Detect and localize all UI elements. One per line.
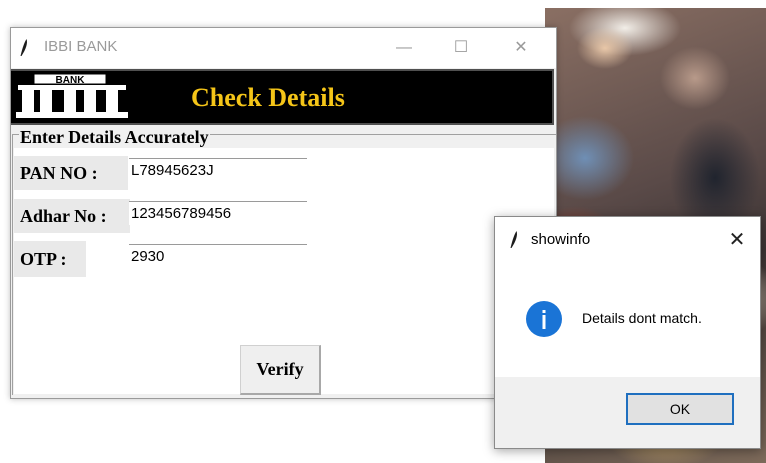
title-bar: IBBI BANK — ☐ ✕ <box>11 28 556 68</box>
dialog-message: Details dont match. <box>582 310 702 326</box>
window-title: IBBI BANK <box>44 38 118 55</box>
feather-icon <box>510 231 517 248</box>
showinfo-dialog: showinfo ✕ Details dont match. OK <box>494 216 761 449</box>
maximize-button[interactable]: ☐ <box>441 34 481 62</box>
ok-button[interactable]: OK <box>626 393 734 425</box>
pan-label: PAN NO : <box>14 156 128 190</box>
dialog-title: showinfo <box>531 231 591 248</box>
otp-field[interactable] <box>129 244 307 268</box>
adhar-label: Adhar No : <box>14 199 130 233</box>
bank-logo: BANK <box>16 73 128 118</box>
header-banner: BANK Check Details <box>11 69 554 125</box>
bank-logo-text: BANK <box>56 75 86 86</box>
adhar-field[interactable] <box>129 201 307 225</box>
main-window: IBBI BANK — ☐ ✕ BANK Check Details Enter… <box>10 27 557 399</box>
verify-button[interactable]: Verify <box>240 345 321 395</box>
pan-field[interactable] <box>129 158 307 182</box>
otp-label: OTP : <box>14 241 86 277</box>
minimize-button[interactable]: — <box>384 34 424 62</box>
close-button[interactable]: ✕ <box>501 34 541 62</box>
page-title: Check Details <box>191 83 345 112</box>
group-label: Enter Details Accurately <box>19 127 210 148</box>
info-icon <box>526 301 562 337</box>
feather-icon <box>20 39 27 56</box>
dialog-close-button[interactable]: ✕ <box>722 225 752 255</box>
